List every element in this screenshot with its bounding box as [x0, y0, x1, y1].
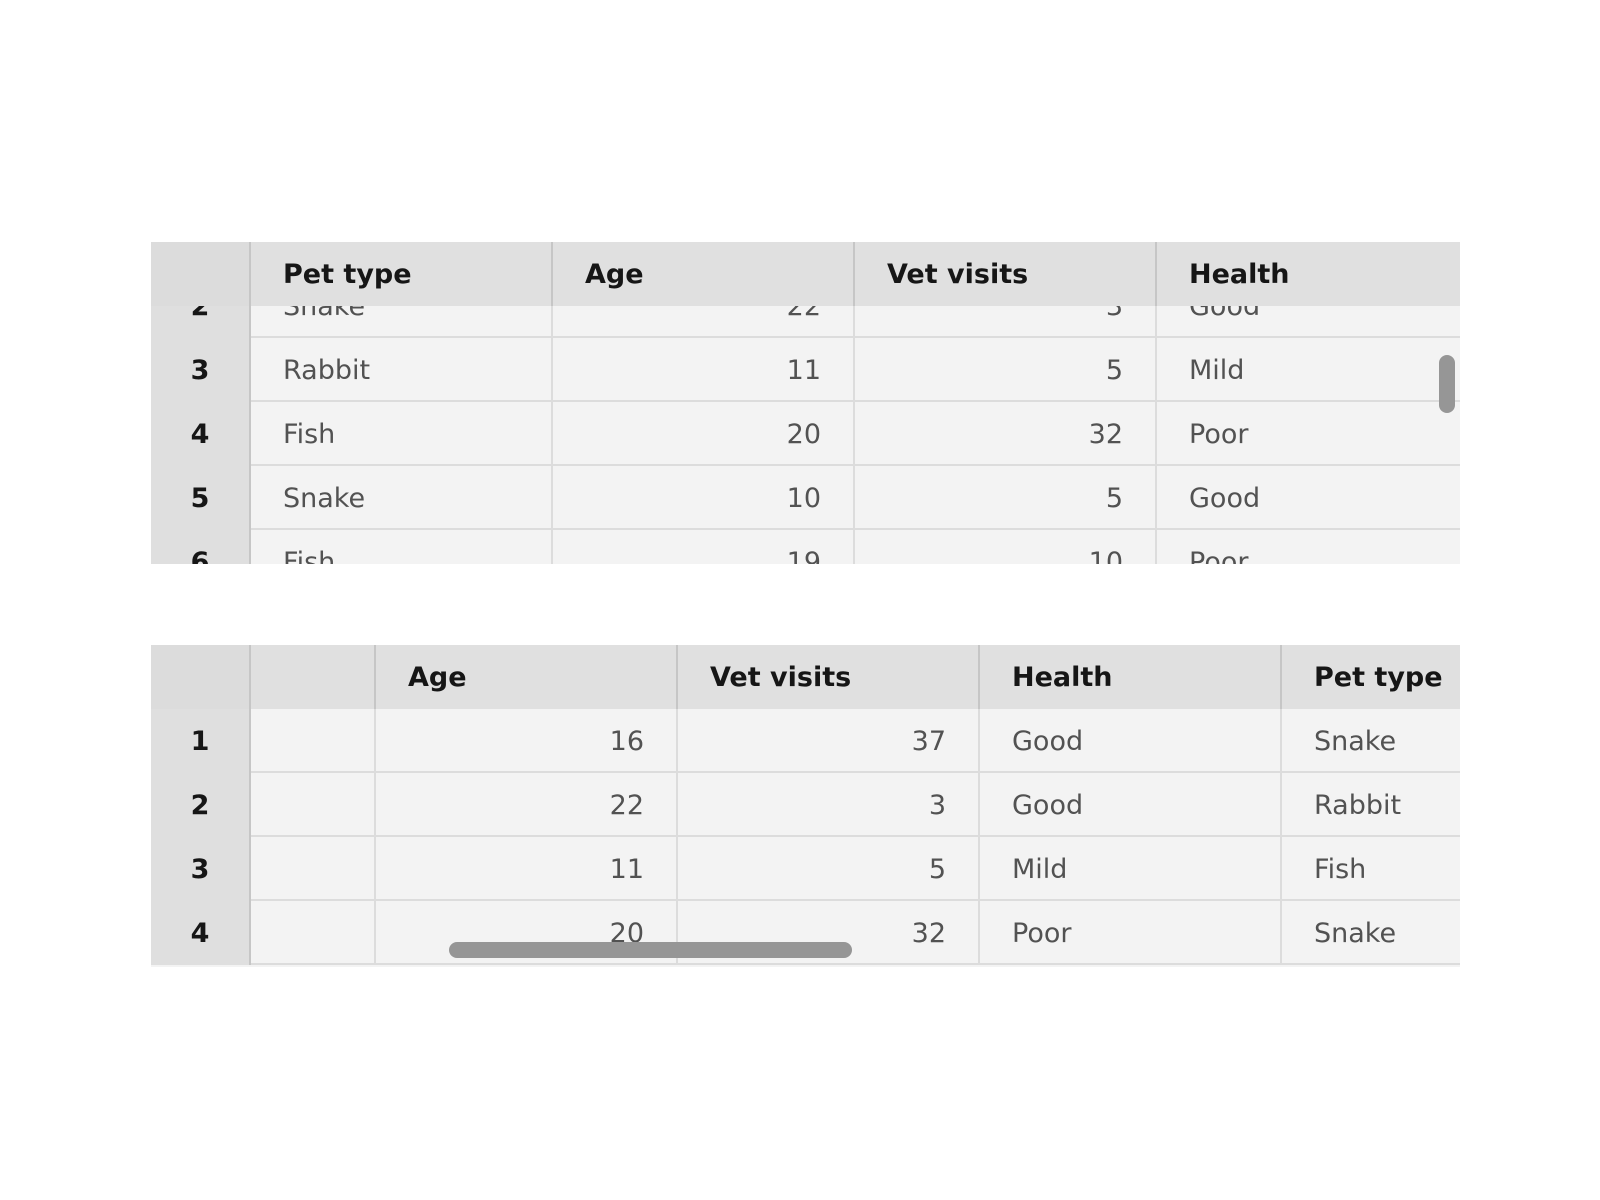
- cell-vet-visits[interactable]: 5: [855, 338, 1157, 402]
- column-header-health[interactable]: Health: [1157, 242, 1460, 306]
- cell-vet-visits[interactable]: 5: [678, 837, 980, 901]
- row-number: 5: [151, 466, 251, 530]
- cell-partial[interactable]: [251, 773, 376, 837]
- column-header-partial[interactable]: [251, 645, 376, 709]
- horizontal-scrollbar-thumb[interactable]: [449, 942, 852, 958]
- table-row[interactable]: 5 Snake 10 5 Good: [151, 466, 1460, 530]
- column-header-age[interactable]: Age: [553, 242, 855, 306]
- cell-vet-visits[interactable]: 32: [855, 402, 1157, 466]
- cell-age[interactable]: 19: [553, 530, 855, 564]
- row-number: 4: [151, 402, 251, 466]
- column-header-health[interactable]: Health: [980, 645, 1282, 709]
- cell-age[interactable]: 22: [376, 773, 678, 837]
- table-row[interactable]: 3 Rabbit 11 5 Mild: [151, 338, 1460, 402]
- row-number: 3: [151, 837, 251, 901]
- row-number: 3: [151, 338, 251, 402]
- table-row[interactable]: 4 Fish 20 32 Poor: [151, 402, 1460, 466]
- cell-vet-visits[interactable]: 37: [678, 709, 980, 773]
- cell-pet-type[interactable]: Fish: [251, 402, 553, 466]
- cell-health[interactable]: Mild: [1157, 338, 1460, 402]
- cell-health[interactable]: Good: [1157, 466, 1460, 530]
- table-header-row: Pet type Age Vet visits Health: [151, 242, 1460, 306]
- table-header-row: Age Vet visits Health Pet type: [151, 645, 1460, 709]
- column-header-vet-visits[interactable]: Vet visits: [678, 645, 980, 709]
- cell-pet-type[interactable]: Rabbit: [251, 338, 553, 402]
- cell-vet-visits[interactable]: 3: [678, 773, 980, 837]
- column-header-vet-visits[interactable]: Vet visits: [855, 242, 1157, 306]
- cell-partial[interactable]: [251, 709, 376, 773]
- cell-pet-type[interactable]: Snake: [1282, 901, 1460, 965]
- cell-vet-visits[interactable]: 5: [855, 466, 1157, 530]
- header-corner-cell: [151, 242, 251, 306]
- row-number: 1: [151, 709, 251, 773]
- cell-pet-type[interactable]: Fish: [1282, 837, 1460, 901]
- cell-pet-type[interactable]: Fish: [251, 530, 553, 564]
- data-grid-vertical-scroll[interactable]: 2 Snake 22 3 Good 3 Rabbit 11 5 Mild 4 F…: [151, 242, 1460, 564]
- row-number: 4: [151, 901, 251, 965]
- cell-health[interactable]: Good: [980, 709, 1282, 773]
- table-row[interactable]: 3 11 5 Mild Fish: [151, 837, 1460, 901]
- header-corner-cell: [151, 645, 251, 709]
- cell-pet-type[interactable]: Rabbit: [1282, 773, 1460, 837]
- cell-partial[interactable]: [251, 837, 376, 901]
- cell-partial[interactable]: [251, 901, 376, 965]
- table-row[interactable]: 1 16 37 Good Snake: [151, 709, 1460, 773]
- table-row[interactable]: 6 Fish 19 10 Poor: [151, 530, 1460, 564]
- column-header-pet-type[interactable]: Pet type: [251, 242, 553, 306]
- row-number: 2: [151, 773, 251, 837]
- column-header-age[interactable]: Age: [376, 645, 678, 709]
- cell-health[interactable]: Poor: [1157, 530, 1460, 565]
- column-header-pet-type[interactable]: Pet type: [1282, 645, 1460, 709]
- cell-health[interactable]: Mild: [980, 837, 1282, 901]
- cell-age[interactable]: 11: [553, 338, 855, 402]
- cell-pet-type[interactable]: Snake: [1282, 709, 1460, 773]
- vertical-scrollbar-thumb[interactable]: [1439, 355, 1455, 413]
- cell-age[interactable]: 20: [553, 402, 855, 466]
- cell-age[interactable]: 16: [376, 709, 678, 773]
- cell-health[interactable]: Poor: [980, 901, 1282, 965]
- cell-pet-type[interactable]: Snake: [251, 466, 553, 530]
- cell-age[interactable]: 11: [376, 837, 678, 901]
- table-row[interactable]: 2 22 3 Good Rabbit: [151, 773, 1460, 837]
- cell-age[interactable]: 10: [553, 466, 855, 530]
- cell-health[interactable]: Good: [980, 773, 1282, 837]
- row-number: 6: [151, 530, 251, 564]
- cell-vet-visits[interactable]: 10: [855, 530, 1157, 564]
- cell-health[interactable]: Poor: [1157, 402, 1460, 466]
- data-grid-horizontal-scroll[interactable]: Age Vet visits Health Pet type 1 16 37 G…: [151, 645, 1460, 967]
